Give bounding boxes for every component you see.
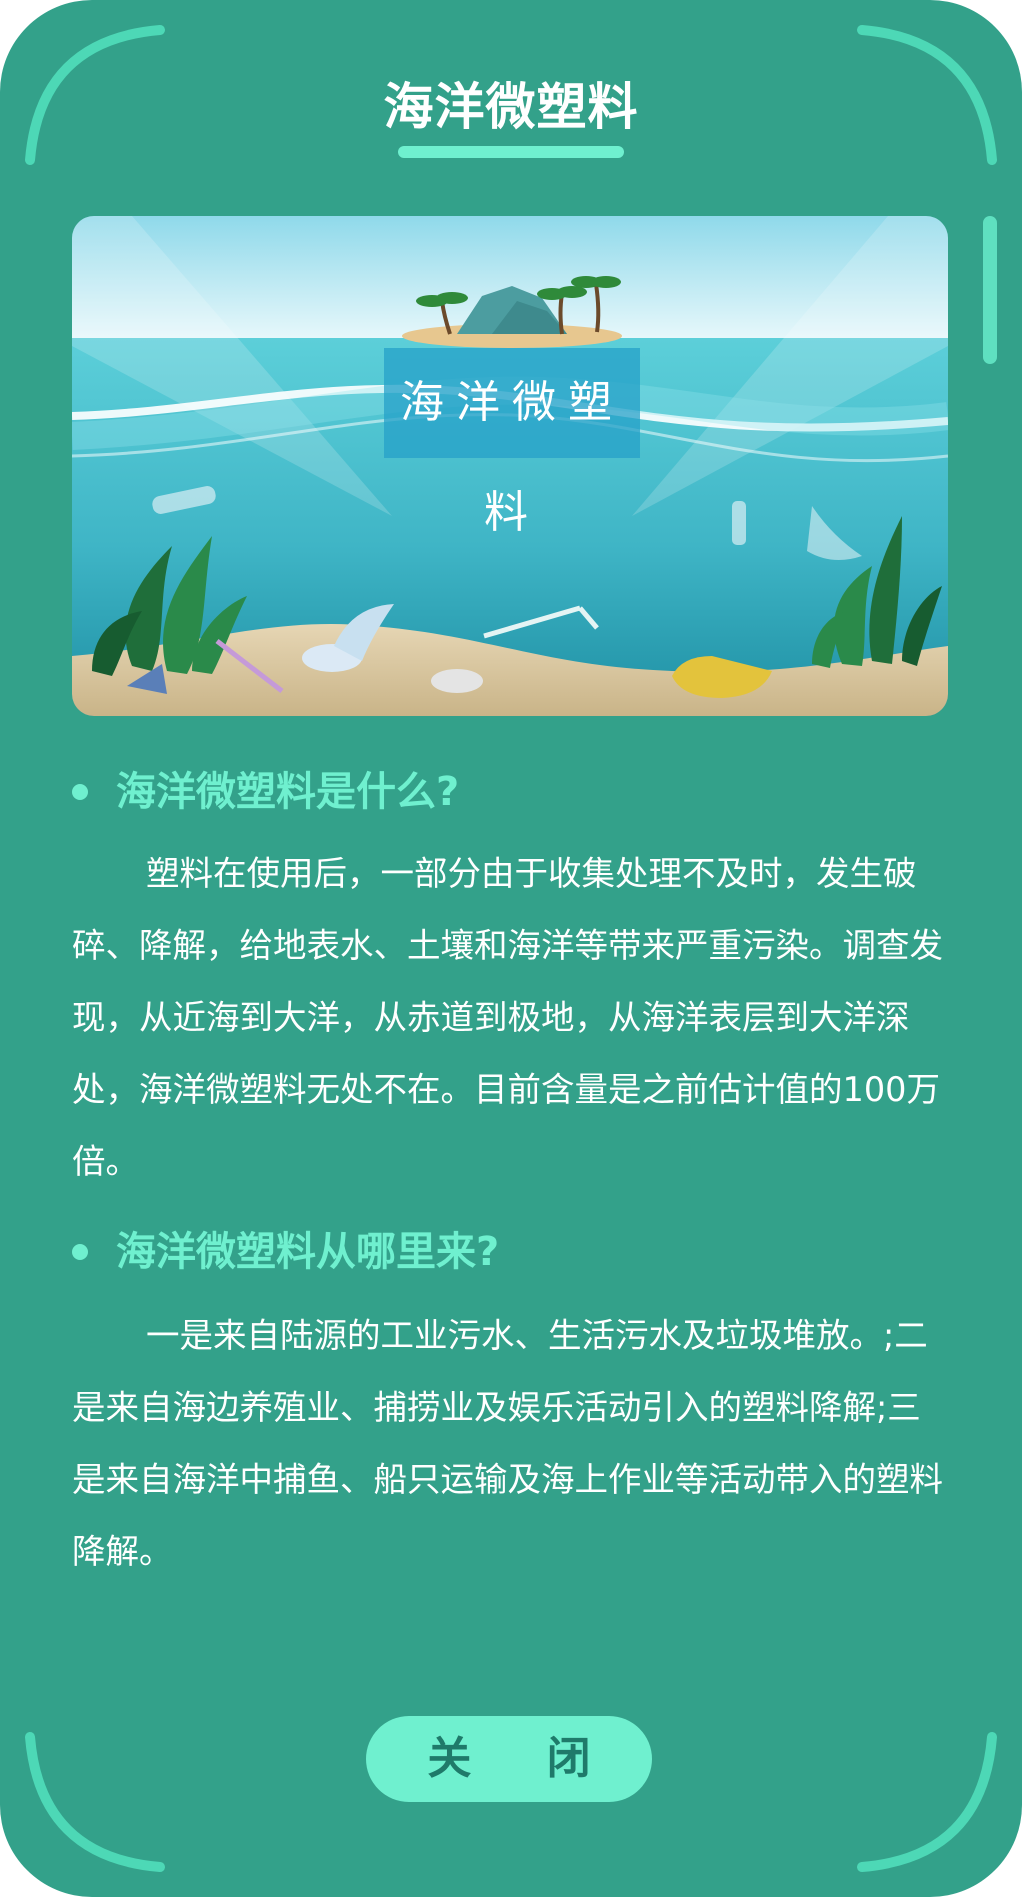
banner-label: 海洋微塑料 bbox=[384, 348, 640, 538]
dialog-title: 海洋微塑料 bbox=[383, 78, 639, 136]
section-heading-source: 海洋微塑料从哪里来? bbox=[72, 1222, 499, 1282]
bullet-icon bbox=[72, 784, 88, 800]
section-body-source: 一是来自陆源的工业污水、生活污水及垃圾堆放。;二是来自海边养殖业、捕捞业及娱乐活… bbox=[72, 1316, 943, 1571]
corner-arc-decoration bbox=[857, 1732, 997, 1872]
close-button[interactable]: 关 闭 bbox=[366, 1716, 652, 1802]
section-heading-what: 海洋微塑料是什么? bbox=[72, 762, 459, 822]
dialog-card: 海洋微塑料 海洋微塑料 海洋微塑料是什么? 塑料在使用后，一部分由于收集处理不及… bbox=[0, 0, 1022, 1897]
section-body-what: 塑料在使用后，一部分由于收集处理不及时，发生破碎、降解，给地表水、土壤和海洋等带… bbox=[72, 854, 943, 1181]
scrollbar-thumb[interactable] bbox=[983, 216, 997, 364]
title-underline bbox=[398, 146, 624, 158]
bullet-icon bbox=[72, 1244, 88, 1260]
section-title: 海洋微塑料是什么? bbox=[116, 769, 460, 815]
corner-arc-decoration bbox=[25, 1732, 165, 1872]
ocean-banner-image: 海洋微塑料 bbox=[72, 216, 948, 716]
section-title: 海洋微塑料从哪里来? bbox=[116, 1229, 500, 1275]
